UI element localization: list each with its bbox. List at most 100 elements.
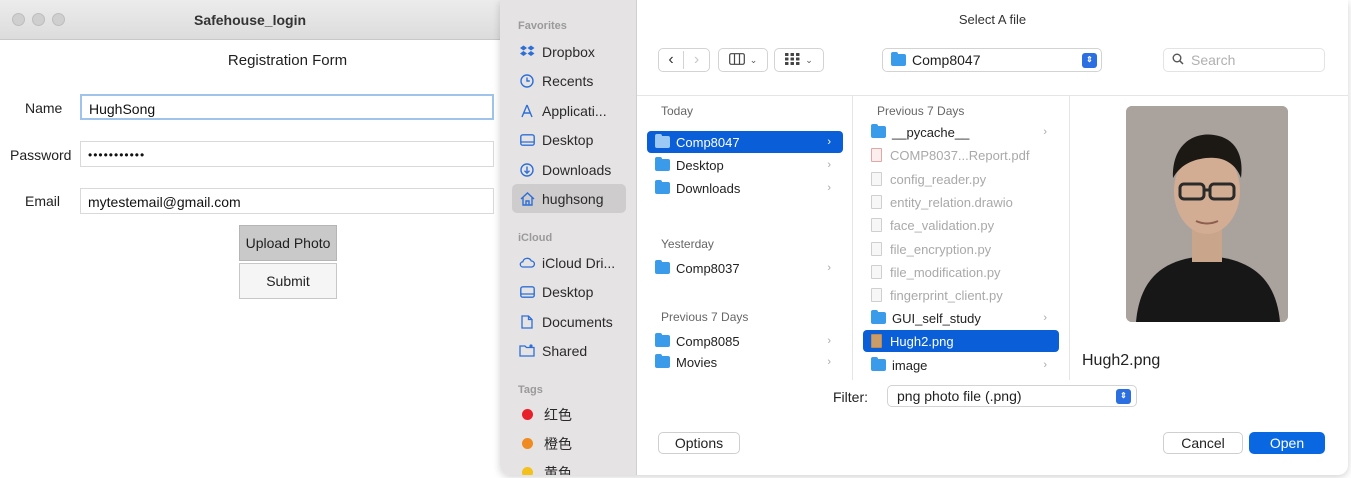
chevron-right-icon: ›	[827, 159, 831, 171]
sidebar-tag-orange[interactable]: 橙色	[512, 429, 626, 458]
sidebar-item-dropbox[interactable]: Dropbox	[512, 37, 626, 66]
sidebar-item-shared[interactable]: Shared	[512, 336, 626, 365]
email-input[interactable]: mytestemail@gmail.com	[80, 188, 494, 214]
list-item: entity_relation.drawio	[863, 191, 1059, 213]
folder-icon	[891, 52, 906, 66]
filter-value: png photo file (.png)	[897, 388, 1022, 404]
sidebar-header-icloud: iCloud	[518, 232, 553, 244]
downloads-icon	[519, 162, 535, 178]
pdf-file-icon	[871, 148, 882, 162]
screen: Safehouse_login Registration Form Name H…	[0, 0, 1351, 478]
list-item: config_reader.py	[863, 168, 1059, 190]
section-header-today: Today	[661, 104, 694, 118]
red-tag-icon	[522, 409, 533, 420]
view-grid-button[interactable]: ⌄	[774, 48, 824, 72]
open-button[interactable]: Open	[1249, 432, 1325, 454]
desktop-icon	[519, 132, 535, 148]
name-label: Name	[25, 100, 63, 116]
sidebar-item-documents[interactable]: Documents	[512, 307, 626, 336]
preview-column: Hugh2.png	[1070, 95, 1348, 380]
sidebar-tag-red[interactable]: 红色	[512, 400, 626, 429]
yellow-tag-icon	[522, 467, 533, 475]
preview-image	[1126, 106, 1288, 322]
sidebar-item-label: Applicati...	[542, 102, 607, 119]
sidebar-item-icloud-drive[interactable]: iCloud Dri...	[512, 248, 626, 277]
chevron-right-icon: ›	[827, 262, 831, 274]
password-input[interactable]: •••••••••••	[80, 141, 494, 167]
sidebar-item-icloud-desktop[interactable]: Desktop	[512, 277, 626, 306]
preview-filename: Hugh2.png	[1082, 352, 1161, 369]
file-icon	[871, 195, 882, 209]
file-icon	[871, 218, 882, 232]
options-button[interactable]: Options	[658, 432, 740, 454]
sidebar-item-applications[interactable]: Applicati...	[512, 96, 626, 125]
list-item: file_encryption.py	[863, 238, 1059, 260]
chevron-right-icon: ›	[827, 356, 831, 368]
chevron-down-icon: ⌄	[749, 54, 758, 65]
file-icon	[871, 242, 882, 256]
sidebar-item-label: 橙色	[544, 435, 572, 452]
name-input[interactable]: HughSong	[80, 94, 494, 120]
list-item[interactable]: GUI_self_study ›	[863, 307, 1059, 329]
browser-column-1: Today Comp8047 › Desktop › Downloads › Y…	[637, 95, 853, 380]
folder-icon	[655, 260, 670, 274]
form-title: Registration Form	[227, 52, 348, 69]
upload-photo-button[interactable]: Upload Photo	[239, 225, 337, 261]
sidebar-item-label: iCloud Dri...	[542, 254, 616, 271]
search-field[interactable]: Search	[1163, 48, 1325, 72]
folder-icon	[871, 357, 886, 371]
file-icon	[871, 288, 882, 302]
section-header-yesterday: Yesterday	[661, 237, 714, 251]
list-item[interactable]: __pycache__ ›	[863, 121, 1059, 143]
email-label: Email	[25, 193, 61, 209]
image-file-icon	[871, 334, 882, 348]
home-icon	[519, 191, 535, 207]
list-item[interactable]: Desktop ›	[647, 154, 843, 176]
sidebar-item-label: Documents	[542, 313, 613, 330]
sidebar-item-hughsong[interactable]: hughsong	[512, 184, 626, 213]
list-item[interactable]: Comp8037 ›	[647, 257, 843, 279]
dialog-title: Select A file	[958, 12, 1027, 27]
submit-button[interactable]: Submit	[239, 263, 337, 299]
location-popup[interactable]: Comp8047 ⇕	[882, 48, 1102, 72]
list-item[interactable]: Comp8085 ›	[647, 330, 843, 352]
sidebar-tag-yellow[interactable]: 黄色	[512, 458, 626, 475]
nav-buttons: ‹ ›	[658, 48, 710, 72]
sidebar-item-downloads[interactable]: Downloads	[512, 155, 626, 184]
sidebar-item-label: Desktop	[542, 283, 594, 300]
sidebar-item-recents[interactable]: Recents	[512, 66, 626, 95]
orange-tag-icon	[522, 438, 533, 449]
back-button[interactable]: ‹	[659, 51, 685, 69]
chevron-right-icon: ›	[827, 136, 831, 148]
cancel-button[interactable]: Cancel	[1163, 432, 1243, 454]
window-titlebar[interactable]: Safehouse_login	[0, 0, 500, 40]
view-columns-button[interactable]: ⌄	[718, 48, 768, 72]
chevron-right-icon: ›	[827, 335, 831, 347]
list-item[interactable]: image ›	[863, 354, 1059, 376]
desktop-icon	[519, 284, 535, 300]
list-item[interactable]: Comp8047 ›	[647, 131, 843, 153]
window-title: Safehouse_login	[193, 12, 307, 28]
document-icon	[519, 314, 535, 330]
cloud-icon	[519, 255, 535, 271]
sidebar-item-desktop[interactable]: Desktop	[512, 125, 626, 154]
filter-select[interactable]: png photo file (.png) ⇕	[887, 385, 1137, 407]
forward-button[interactable]: ›	[684, 51, 709, 69]
popup-chevron-icon: ⇕	[1116, 388, 1131, 404]
sidebar-header-favorites: Favorites	[518, 20, 567, 32]
sidebar-item-label: 黄色	[544, 464, 572, 476]
list-item[interactable]: Movies ›	[647, 351, 843, 373]
list-item: fingerprint_client.py	[863, 284, 1059, 306]
registration-window: Safehouse_login Registration Form Name H…	[0, 0, 500, 478]
popup-chevron-icon: ⇕	[1082, 52, 1097, 68]
sidebar-item-label: Dropbox	[542, 43, 595, 60]
clock-icon	[519, 73, 535, 89]
section-header-previous: Previous 7 Days	[877, 104, 965, 118]
chevron-right-icon: ›	[1043, 312, 1047, 324]
list-item[interactable]: Hugh2.png	[863, 330, 1059, 352]
password-label: Password	[10, 147, 72, 163]
sidebar: Favorites Dropbox Recents Applicati... D…	[500, 0, 637, 475]
chevron-right-icon: ›	[1043, 126, 1047, 138]
file-icon	[871, 172, 882, 186]
list-item[interactable]: Downloads ›	[647, 177, 843, 199]
